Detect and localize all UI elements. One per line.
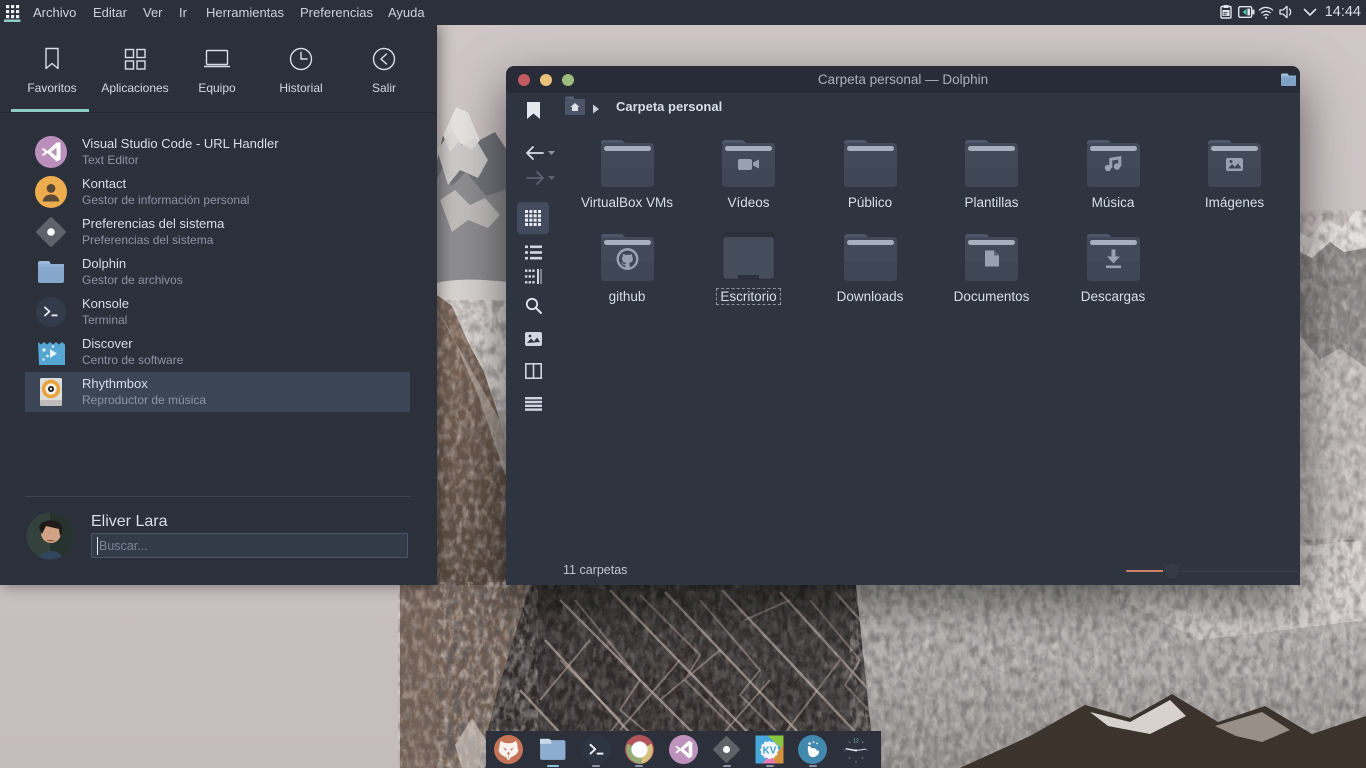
svg-text:12: 12 xyxy=(853,739,859,745)
svg-text:KV: KV xyxy=(763,746,777,757)
